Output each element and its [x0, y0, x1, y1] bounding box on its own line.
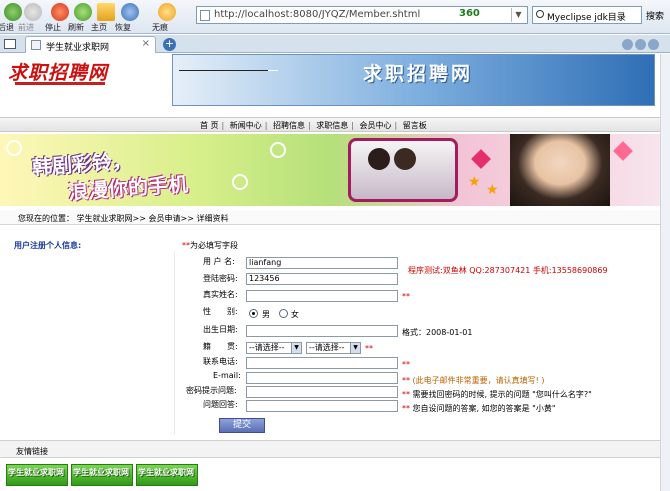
swirl-decoration [232, 174, 248, 190]
password-label: 登陆密码: [203, 274, 238, 283]
banner-line [179, 70, 274, 71]
page-icon [200, 10, 210, 21]
native-label: 籍 贯: [203, 342, 238, 351]
address-bar[interactable]: http://localhost:8080/JYQZ/Member.shtml … [196, 6, 528, 24]
nav-news[interactable]: 新闻中心 [230, 120, 262, 131]
url-text: http://localhost:8080/JYQZ/Member.shtml [214, 9, 421, 20]
realname-label: 真实姓名: [203, 290, 238, 299]
birthday-hint: 格式：2008-01-01 [402, 328, 473, 337]
tab-list-icon[interactable] [4, 39, 16, 49]
favicon-icon [31, 40, 41, 50]
forward-arrow-icon [24, 3, 42, 21]
form-title: 用户注册个人信息: [14, 241, 82, 250]
birthday-field[interactable] [246, 325, 398, 337]
email-label: E-mail: [213, 371, 241, 380]
web-page: 求职招聘网 求职招聘网 首 页 | 新闻中心 | 招聘信息 | 求职信息 | 会员中心 |… [0, 54, 660, 491]
friend-links-header: 友情链接 [0, 440, 660, 458]
chevron-down-icon: ▼ [291, 343, 301, 353]
close-icon[interactable]: × [142, 38, 150, 49]
gender-label: 性 别: [203, 307, 238, 316]
tab-active[interactable]: 学生就业求职网 × [25, 36, 156, 53]
question-hint: ** 需要找回密码的时候, 提示的问题 "您叫什么名字?" [402, 390, 592, 399]
swirl-decoration [270, 142, 286, 158]
search-input[interactable]: Myeclipse jdk目录 [532, 6, 642, 24]
answer-field[interactable] [246, 400, 398, 412]
friend-link[interactable]: 学生就业求职网 [6, 464, 68, 486]
site-logo[interactable]: 求职招聘网 [8, 58, 108, 85]
heart-icon [471, 149, 491, 169]
answer-hint: ** 您自设问题的答案, 如您的答案是 "小黄" [402, 404, 556, 413]
province-select[interactable]: --请选择-- ▼ [246, 342, 302, 354]
star-icon: ★ [486, 182, 499, 198]
required-note: **为必填写字段 [182, 241, 238, 250]
swirl-decoration [6, 140, 22, 156]
realname-field[interactable] [246, 290, 398, 302]
vertical-scrollbar[interactable] [660, 54, 670, 491]
required-mark: ** [402, 360, 410, 369]
tab-next-icon[interactable] [635, 39, 646, 50]
submit-button[interactable]: 提交 [219, 418, 265, 433]
tab-menu-icon[interactable] [648, 39, 659, 50]
birthday-label: 出生日期: [203, 325, 238, 334]
browser-toolbar: 后退 前进 停止 刷新 主页 恢复 无痕 http://localhost:80… [0, 0, 670, 34]
heart-icon [613, 141, 633, 161]
gender-male-label: 男 [262, 310, 270, 319]
gender-male-radio[interactable] [249, 309, 258, 318]
phone-field[interactable] [246, 357, 398, 369]
username-label: 用 户 名: [203, 257, 235, 266]
email-field[interactable] [246, 372, 398, 384]
left-panel [0, 251, 174, 435]
main-nav: 首 页 | 新闻中心 | 招聘信息 | 求职信息 | 会员中心 | 留言板 [0, 117, 660, 132]
banner-line [268, 70, 278, 71]
divider [174, 251, 175, 435]
search-button[interactable]: 搜索 [646, 9, 664, 22]
question-label: 密码提示问题: [186, 386, 237, 395]
search-icon [536, 10, 544, 18]
ad-banner[interactable]: 韩剧彩铃， 浪漫你的手机 ★ ★ [0, 134, 660, 206]
tab-bar: 学生就业求职网 × + [0, 35, 670, 53]
chevron-down-icon: ▼ [350, 343, 360, 353]
required-mark: ** [365, 344, 373, 353]
logo-underline [15, 82, 105, 85]
form-header: 用户注册个人信息: **为必填写字段 [0, 240, 660, 251]
friend-link[interactable]: 学生就业求职网 [71, 464, 133, 486]
username-field[interactable]: lianfang [246, 257, 398, 269]
question-field[interactable] [246, 386, 398, 398]
new-tab-button[interactable]: + [163, 38, 176, 51]
undo-icon [121, 3, 139, 21]
nav-home[interactable]: 首 页 [200, 120, 219, 131]
email-hint: ** (此电子邮件非常重要，请认真填写! ) [402, 376, 545, 385]
chevron-down-icon[interactable]: ▼ [511, 8, 525, 22]
person-image [394, 148, 416, 170]
home-icon [97, 3, 115, 21]
header-banner: 求职招聘网 [172, 54, 655, 106]
traceless-button[interactable]: 无痕 [152, 1, 182, 33]
city-select[interactable]: --请选择-- ▼ [306, 342, 361, 354]
phone-label: 联系电话: [203, 357, 238, 366]
gender-female-radio[interactable] [279, 309, 288, 318]
gender-female-label: 女 [291, 310, 299, 319]
star-icon: ★ [468, 174, 481, 190]
answer-label: 问题回答: [203, 400, 238, 409]
portrait-image [510, 134, 610, 206]
nav-guestbook[interactable]: 留言板 [403, 120, 427, 131]
nav-jobs[interactable]: 招聘信息 [273, 120, 305, 131]
person-image [368, 148, 390, 170]
paw-icon [158, 3, 176, 21]
stop-icon [51, 3, 69, 21]
banner-title: 求职招聘网 [363, 63, 474, 85]
forward-button[interactable]: 前进 [18, 1, 48, 33]
friend-link[interactable]: 学生就业求职网 [136, 464, 198, 486]
tab-prev-icon[interactable] [622, 39, 633, 50]
360-badge[interactable]: 360 [459, 8, 499, 22]
breadcrumb: 您现在的位置： 学生就业求职网>> 会员申请>> 详细资料 [0, 210, 660, 225]
required-mark: ** [402, 292, 410, 301]
tester-note: 程序测试:双鱼林 QQ:287307421 手机:13558690869 [408, 266, 608, 275]
password-field[interactable]: 123456 [246, 273, 398, 285]
nav-members[interactable]: 会员中心 [360, 120, 392, 131]
restore-button[interactable]: 恢复 [115, 1, 145, 33]
nav-seekers[interactable]: 求职信息 [316, 120, 348, 131]
refresh-icon [74, 3, 92, 21]
